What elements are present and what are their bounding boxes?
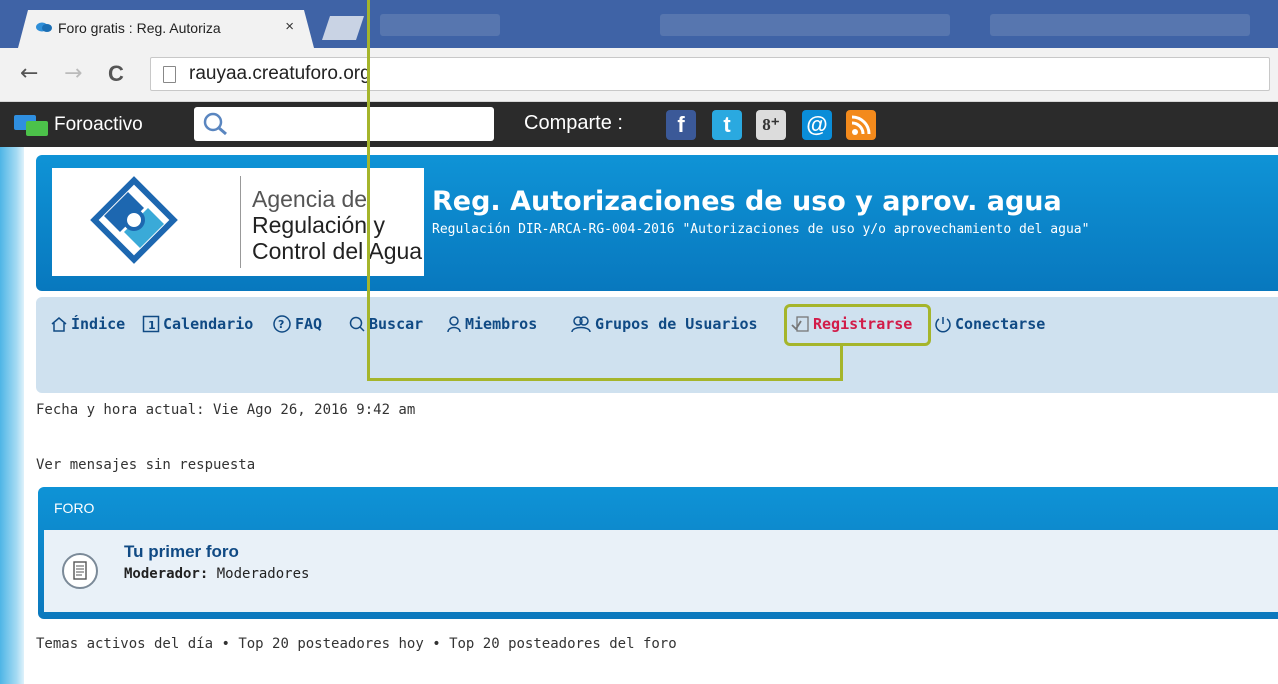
forum-title-link[interactable]: Tu primer foro — [124, 542, 239, 562]
home-icon — [51, 317, 67, 332]
agency-emblem-icon — [90, 176, 178, 264]
power-icon — [935, 317, 951, 333]
foroactivo-brand[interactable]: Foroactivo — [54, 114, 143, 136]
forward-arrow-icon[interactable]: → — [64, 61, 82, 86]
background-tab[interactable] — [380, 14, 500, 36]
background-tab[interactable] — [660, 14, 950, 36]
nav-conectarse-label: Conectarse — [955, 315, 1046, 333]
tab-close-icon[interactable]: × — [285, 18, 294, 35]
foroactivo-toolbar: Foroactivo Comparte : f t 8⁺ @ — [0, 102, 1278, 147]
moderator-label: Moderador: — [124, 566, 209, 582]
rss-glyph — [851, 115, 871, 135]
active-tab[interactable]: Foro gratis : Reg. Autoriza × — [18, 10, 314, 48]
unanswered-link[interactable]: Ver mensajes sin respuesta — [36, 457, 255, 473]
toolbar-search-input[interactable] — [194, 107, 494, 141]
forum-document-icon — [73, 561, 87, 580]
back-arrow-icon[interactable]: ← — [20, 61, 38, 86]
new-tab-button[interactable] — [322, 16, 364, 40]
highlight-connector-horizontal — [367, 378, 843, 381]
forum-moderator: Moderador: Moderadores — [124, 566, 309, 582]
forum-category-header: FORO — [54, 500, 95, 516]
share-label: Comparte : — [524, 112, 623, 134]
svg-text:1: 1 — [148, 319, 156, 332]
nav-calendario-label: Calendario — [163, 315, 254, 333]
background-tab[interactable] — [990, 14, 1250, 36]
page-left-stripe — [0, 147, 24, 684]
member-icon — [447, 316, 461, 333]
highlight-connector-riser — [840, 345, 843, 381]
footer-separator: • — [432, 636, 441, 652]
nav-calendario[interactable]: 1 Calendario — [142, 315, 253, 333]
register-highlight-box — [784, 304, 931, 346]
site-title[interactable]: Reg. Autorizaciones de uso y aprov. agua — [432, 186, 1062, 217]
url-field[interactable]: rauyaa.creatuforo.org — [150, 57, 1270, 91]
forum-status-icon — [62, 553, 98, 589]
calendar-icon: 1 — [142, 315, 160, 333]
footer-link-top20-today[interactable]: Top 20 posteadores hoy — [238, 636, 423, 652]
footer-link-active-topics[interactable]: Temas activos del día — [36, 636, 213, 652]
nav-indice[interactable]: Índice — [50, 315, 125, 333]
faq-icon: ? — [273, 315, 291, 333]
logo-line-2: Regulación y — [252, 212, 385, 238]
email-icon[interactable]: @ — [802, 110, 832, 140]
browser-tab-strip: Foro gratis : Reg. Autoriza × — [0, 0, 1278, 48]
footer-link-top20-forum[interactable]: Top 20 posteadores del foro — [449, 636, 677, 652]
nav-buscar[interactable]: Buscar — [348, 315, 423, 333]
search-icon[interactable] — [203, 112, 229, 136]
forum-chat-icon — [36, 21, 52, 34]
nav-grupos[interactable]: Grupos de Usuarios — [570, 315, 758, 333]
logo-line-3: Control del Agua — [252, 238, 423, 264]
url-text: rauyaa.creatuforo.org — [189, 63, 371, 84]
moderator-link[interactable]: Moderadores — [217, 566, 310, 582]
rss-icon[interactable] — [846, 110, 876, 140]
google-plus-icon[interactable]: 8⁺ — [756, 110, 786, 140]
nav-miembros[interactable]: Miembros — [446, 315, 537, 333]
tab-title: Foro gratis : Reg. Autoriza — [58, 20, 221, 36]
nav-faq-label: FAQ — [295, 315, 323, 333]
nav-faq[interactable]: ? FAQ — [272, 315, 322, 333]
logo-divider — [240, 176, 241, 268]
twitter-icon[interactable]: t — [712, 110, 742, 140]
site-subtitle: Regulación DIR-ARCA-RG-004-2016 "Autoriz… — [432, 222, 1090, 237]
logo-line-1: Agencia de — [252, 186, 368, 212]
nav-miembros-label: Miembros — [465, 315, 538, 333]
highlight-connector-vertical — [367, 0, 370, 381]
foroactivo-logo-icon[interactable] — [14, 113, 48, 139]
reload-icon[interactable]: C — [108, 61, 124, 87]
page-icon — [163, 66, 176, 83]
nav-indice-label: Índice — [71, 315, 126, 333]
nav-grupos-label: Grupos de Usuarios — [595, 315, 758, 333]
footer-links: Temas activos del día • Top 20 posteador… — [36, 636, 677, 652]
nav-buscar-label: Buscar — [369, 315, 424, 333]
nav-conectarse[interactable]: Conectarse — [934, 315, 1045, 333]
address-bar-row: ← → C rauyaa.creatuforo.org — [0, 48, 1278, 102]
groups-icon — [571, 316, 591, 333]
svg-text:?: ? — [278, 318, 284, 331]
search-icon — [349, 316, 365, 332]
facebook-icon[interactable]: f — [666, 110, 696, 140]
current-datetime: Fecha y hora actual: Vie Ago 26, 2016 9:… — [36, 402, 416, 418]
footer-separator: • — [221, 636, 230, 652]
